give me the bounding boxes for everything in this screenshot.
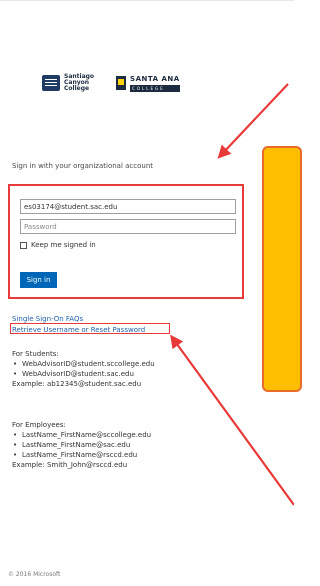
employees-format-item: LastName_FirstName@sac.edu: [12, 440, 212, 450]
students-format-item: WebAdvisorID@student.sac.edu: [12, 369, 212, 379]
employees-format-item: LastName_FirstName@sccollege.edu: [12, 430, 212, 440]
copyright-notice: © 2016 Microsoft: [8, 571, 61, 578]
santa-ana-logo-top: SANTA ANA: [130, 74, 180, 83]
keep-signed-in-option[interactable]: Keep me signed in: [20, 241, 96, 249]
santa-ana-emblem-icon: [116, 76, 127, 90]
signin-form-highlight: Keep me signed in Sign in: [8, 184, 244, 299]
students-format-item: WebAdvisorID@student.sccollege.edu: [12, 359, 212, 369]
retrieve-link-highlight: [10, 323, 170, 334]
signin-button[interactable]: Sign in: [20, 272, 57, 288]
keep-signed-in-label: Keep me signed in: [31, 241, 96, 249]
employees-heading: For Employees:: [12, 421, 66, 429]
santiago-logo-line: College: [64, 85, 90, 92]
keep-signed-in-checkbox[interactable]: [20, 241, 27, 249]
password-input[interactable]: [20, 219, 236, 234]
annotation-callout-panel: [262, 146, 302, 392]
santiago-canyon-emblem-icon: [42, 75, 60, 91]
santa-ana-logo-bottom: COLLEGE: [130, 84, 180, 92]
employees-format-item: LastName_FirstName@rsccd.edu: [12, 450, 212, 460]
santa-ana-logo: SANTA ANA COLLEGE: [116, 75, 180, 92]
top-divider: [0, 0, 294, 1]
signin-heading: Sign in with your organizational account: [12, 162, 154, 170]
students-info: For Students: WebAdvisorID@student.sccol…: [12, 349, 212, 389]
santiago-canyon-logo: Santiago Canyon College: [42, 74, 94, 92]
employees-example: Example: Smith_John@rsccd.edu: [12, 461, 128, 469]
students-example: Example: ab12345@student.sac.edu: [12, 380, 142, 388]
arrow-to-signin-heading: [217, 83, 289, 159]
employees-info: For Employees: LastName_FirstName@sccoll…: [12, 420, 212, 470]
students-heading: For Students:: [12, 350, 59, 358]
college-logos: Santiago Canyon College SANTA ANA COLLEG…: [42, 70, 180, 96]
username-input[interactable]: [20, 199, 236, 214]
